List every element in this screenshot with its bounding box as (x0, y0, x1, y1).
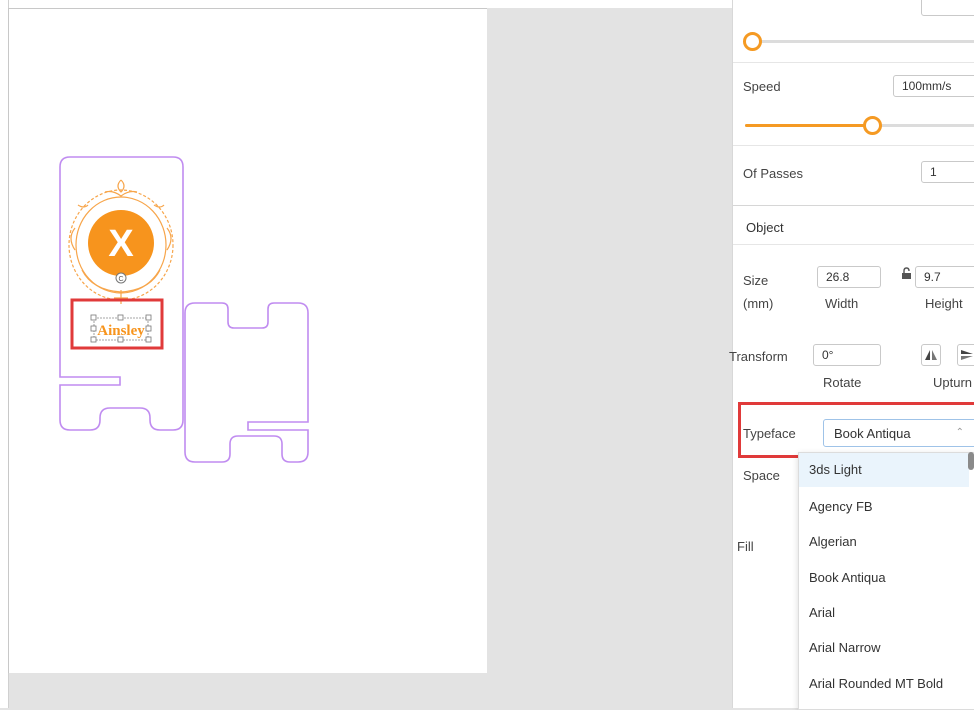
flip-horizontal-icon[interactable] (921, 344, 941, 366)
height-input[interactable]: 9.7 (915, 266, 974, 288)
speed-input[interactable]: 100mm/s (893, 75, 974, 97)
canvas-area[interactable]: X C Ainsley (0, 0, 732, 708)
flip-vertical-icon[interactable] (957, 344, 974, 366)
power-input-partial[interactable] (921, 0, 974, 16)
engraved-text: Ainsley (97, 323, 145, 339)
divider (733, 205, 974, 206)
width-label: Width (825, 296, 859, 311)
height-label: Height (925, 296, 963, 311)
dropdown-option[interactable]: Book Antiqua (799, 560, 969, 595)
upturn-label: Upturn (933, 375, 973, 390)
lock-icon[interactable] (901, 267, 912, 280)
passes-input[interactable]: 1 (921, 161, 974, 183)
width-input[interactable]: 26.8 (817, 266, 881, 288)
dropdown-option[interactable]: Arial (799, 595, 969, 630)
dropdown-option[interactable]: Arial Rounded MT Bold (799, 666, 969, 701)
speed-label: Speed (743, 79, 781, 94)
rotate-handle-glyph: C (118, 276, 123, 283)
speed-slider-fill (745, 124, 873, 127)
passes-label: Of Passes (743, 166, 803, 181)
dropdown-option[interactable]: Algerian (799, 524, 969, 559)
design-drawing[interactable]: X C Ainsley (0, 0, 732, 708)
transform-label: Transform (729, 349, 788, 364)
typeface-dropdown[interactable]: 3ds Light Agency FB Algerian Book Antiqu… (798, 452, 974, 710)
object-section-header: Object (746, 220, 784, 235)
fill-label: Fill (737, 539, 754, 554)
typeface-highlight (738, 402, 974, 458)
rotate-input[interactable]: 0° (813, 344, 881, 366)
power-slider-track[interactable] (749, 40, 974, 43)
power-slider-knob[interactable] (743, 32, 762, 51)
divider (733, 244, 974, 245)
speed-slider-knob[interactable] (863, 116, 882, 135)
size-unit: (mm) (743, 296, 774, 311)
space-label: Space (743, 468, 780, 483)
rotate-label: Rotate (823, 375, 862, 390)
dropdown-option[interactable]: 3ds Light (799, 453, 969, 487)
dropdown-option[interactable]: Agency FB (799, 489, 969, 524)
stand-piece-right (184, 302, 309, 463)
size-label: Size (743, 273, 769, 288)
logo-letter: X (108, 223, 134, 265)
dropdown-option[interactable]: Arial Narrow (799, 630, 969, 665)
divider (733, 145, 974, 146)
divider (733, 62, 974, 63)
dropdown-scrollbar[interactable] (968, 452, 974, 470)
